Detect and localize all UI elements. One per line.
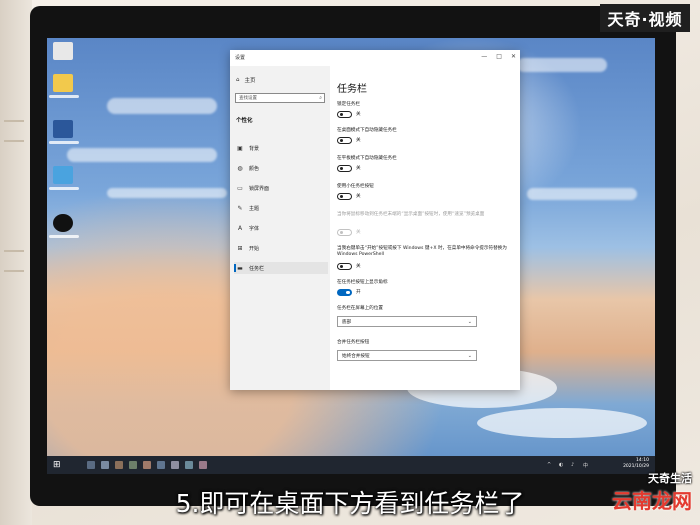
page-title: 任务栏 bbox=[337, 84, 367, 95]
search-icon: ⌕ bbox=[319, 95, 322, 101]
taskbar: ⊞ ^ ◐ ♪ 中 14:10 2021/10/29 bbox=[47, 456, 655, 474]
font-icon: A bbox=[237, 224, 243, 232]
window-title: 设置 bbox=[235, 55, 246, 61]
search-placeholder: 查找设置 bbox=[239, 96, 257, 101]
nav-home-label: 主页 bbox=[244, 78, 256, 84]
nav-item-label: 主题 bbox=[249, 205, 260, 212]
photo-scene: 设置 — □ ✕ ⌂ 主页 查找设置 ⌕ 个性化 ▣ 背景 ◍ 颜色 ▭ 锁屏界… bbox=[0, 0, 700, 525]
clock[interactable]: 14:10 2021/10/29 bbox=[623, 458, 649, 470]
nav-item-lock-screen[interactable]: ▭ 锁屏界面 bbox=[234, 182, 328, 194]
nav-item-fonts[interactable]: A 字体 bbox=[234, 222, 328, 234]
window-titlebar[interactable]: 设置 — □ ✕ bbox=[230, 50, 520, 66]
start-icon: ⊞ bbox=[237, 244, 243, 252]
network-icon[interactable]: ◐ bbox=[559, 462, 563, 468]
nav-item-label: 背景 bbox=[249, 145, 260, 152]
search-input[interactable]: 查找设置 ⌕ bbox=[235, 93, 325, 103]
taskbar-app-icon[interactable] bbox=[199, 461, 207, 469]
home-icon: ⌂ bbox=[236, 77, 240, 83]
ime-icon[interactable]: 中 bbox=[583, 462, 588, 469]
option-label: 使用小任务栏按钮 bbox=[337, 184, 374, 189]
desktop-screen: 设置 — □ ✕ ⌂ 主页 查找设置 ⌕ 个性化 ▣ 背景 ◍ 颜色 ▭ 锁屏界… bbox=[47, 38, 655, 474]
taskbar-position-select[interactable]: 底部 ⌄ bbox=[337, 316, 477, 327]
close-icon[interactable]: ✕ bbox=[511, 53, 516, 60]
chevron-down-icon: ⌄ bbox=[467, 353, 472, 359]
nav-item-themes[interactable]: ✎ 主题 bbox=[234, 202, 328, 214]
position-label: 任务栏在屏幕上的位置 bbox=[337, 306, 383, 311]
combine-label: 合并任务栏按钮 bbox=[337, 340, 370, 345]
option-label: 在任务栏按钮上显示角标 bbox=[337, 280, 388, 285]
nav-item-colors[interactable]: ◍ 颜色 bbox=[234, 162, 328, 174]
taskbar-app-icon[interactable] bbox=[101, 461, 109, 469]
video-caption: 5.即可在桌面下方看到任务栏了 bbox=[175, 489, 525, 518]
brush-icon: ✎ bbox=[237, 204, 243, 212]
nav-section-title: 个性化 bbox=[236, 118, 253, 124]
toggle-state: 关 bbox=[356, 166, 361, 171]
toggle-state: 开 bbox=[356, 290, 361, 295]
chevron-up-icon[interactable]: ^ bbox=[547, 462, 551, 468]
desktop-icon-1[interactable] bbox=[53, 42, 73, 60]
small-buttons-toggle[interactable] bbox=[337, 192, 352, 200]
autohide-desktop-toggle[interactable] bbox=[337, 136, 352, 144]
option-label: 锁定任务栏 bbox=[337, 102, 360, 107]
autohide-tablet-toggle[interactable] bbox=[337, 164, 352, 172]
peek-toggle[interactable] bbox=[337, 228, 352, 236]
toggle-state: 关 bbox=[356, 112, 361, 117]
settings-window: 设置 — □ ✕ ⌂ 主页 查找设置 ⌕ 个性化 ▣ 背景 ◍ 颜色 ▭ 锁屏界… bbox=[230, 50, 520, 390]
toggle-state: 关 bbox=[356, 264, 361, 269]
taskbar-app-icon[interactable] bbox=[115, 461, 123, 469]
top-right-logo: 天奇·视频 bbox=[600, 4, 690, 32]
settings-content: 任务栏 锁定任务栏 关 在桌面模式下自动隐藏任务栏 关 在平板模式下自动隐藏任务… bbox=[337, 66, 517, 390]
taskbar-app-icon[interactable] bbox=[157, 461, 165, 469]
option-label: 当你将鼠标移动到任务栏末端的“显示桌面”按钮时，使用“速览”预览桌面 bbox=[337, 212, 485, 217]
taskbar-app-icon[interactable] bbox=[87, 461, 95, 469]
chevron-down-icon: ⌄ bbox=[467, 319, 472, 325]
nav-item-label: 颜色 bbox=[249, 165, 260, 172]
nav-item-label: 开始 bbox=[249, 245, 260, 252]
taskbar-app-icon[interactable] bbox=[185, 461, 193, 469]
taskbar-app-icon[interactable] bbox=[129, 461, 137, 469]
taskbar-icon: ▬ bbox=[237, 264, 243, 272]
lock-screen-icon: ▭ bbox=[237, 184, 243, 192]
left-decor bbox=[0, 0, 32, 525]
desktop-qq-icon[interactable] bbox=[53, 214, 73, 232]
toggle-state: 关 bbox=[356, 230, 361, 235]
option-label: 当我右键单击“开始”按钮或按下 Windows 键+X 时，在菜单中将命令提示符… bbox=[337, 246, 507, 257]
maximize-icon[interactable]: □ bbox=[496, 53, 502, 60]
toggle-state: 关 bbox=[356, 194, 361, 199]
powershell-toggle[interactable] bbox=[337, 262, 352, 270]
desktop-word-icon[interactable] bbox=[53, 120, 73, 138]
settings-nav: ⌂ 主页 查找设置 ⌕ 个性化 ▣ 背景 ◍ 颜色 ▭ 锁屏界面 ✎ 主题 A … bbox=[230, 66, 330, 390]
taskbar-app-icon[interactable] bbox=[143, 461, 151, 469]
option-label: 在桌面模式下自动隐藏任务栏 bbox=[337, 128, 397, 133]
combine-buttons-select[interactable]: 始终合并按钮 ⌄ bbox=[337, 350, 477, 361]
select-value: 始终合并按钮 bbox=[342, 354, 370, 359]
bottom-right-logo: 云南龙网 bbox=[612, 489, 692, 513]
option-label: 在平板模式下自动隐藏任务栏 bbox=[337, 156, 397, 161]
badges-toggle[interactable] bbox=[337, 288, 352, 296]
lock-taskbar-toggle[interactable] bbox=[337, 110, 352, 118]
taskbar-app-icon[interactable] bbox=[171, 461, 179, 469]
image-icon: ▣ bbox=[237, 144, 243, 152]
select-value: 底部 bbox=[342, 320, 352, 325]
nav-item-taskbar[interactable]: ▬ 任务栏 bbox=[234, 262, 328, 274]
nav-item-start[interactable]: ⊞ 开始 bbox=[234, 242, 328, 254]
nav-item-label: 锁屏界面 bbox=[249, 185, 270, 192]
desktop-computer-icon[interactable] bbox=[53, 166, 73, 184]
minimize-icon[interactable]: — bbox=[481, 53, 487, 60]
clock-date: 2021/10/29 bbox=[623, 464, 649, 469]
volume-icon[interactable]: ♪ bbox=[571, 462, 574, 468]
nav-home[interactable]: ⌂ 主页 bbox=[236, 76, 256, 84]
palette-icon: ◍ bbox=[237, 164, 243, 172]
nav-item-label: 任务栏 bbox=[249, 265, 265, 272]
bottom-right-logo-small: 天奇生活 bbox=[648, 472, 692, 485]
nav-item-label: 字体 bbox=[249, 225, 260, 232]
nav-item-background[interactable]: ▣ 背景 bbox=[234, 142, 328, 154]
toggle-state: 关 bbox=[356, 138, 361, 143]
desktop-folder-icon[interactable] bbox=[53, 74, 73, 92]
windows-logo-icon[interactable]: ⊞ bbox=[53, 460, 61, 470]
